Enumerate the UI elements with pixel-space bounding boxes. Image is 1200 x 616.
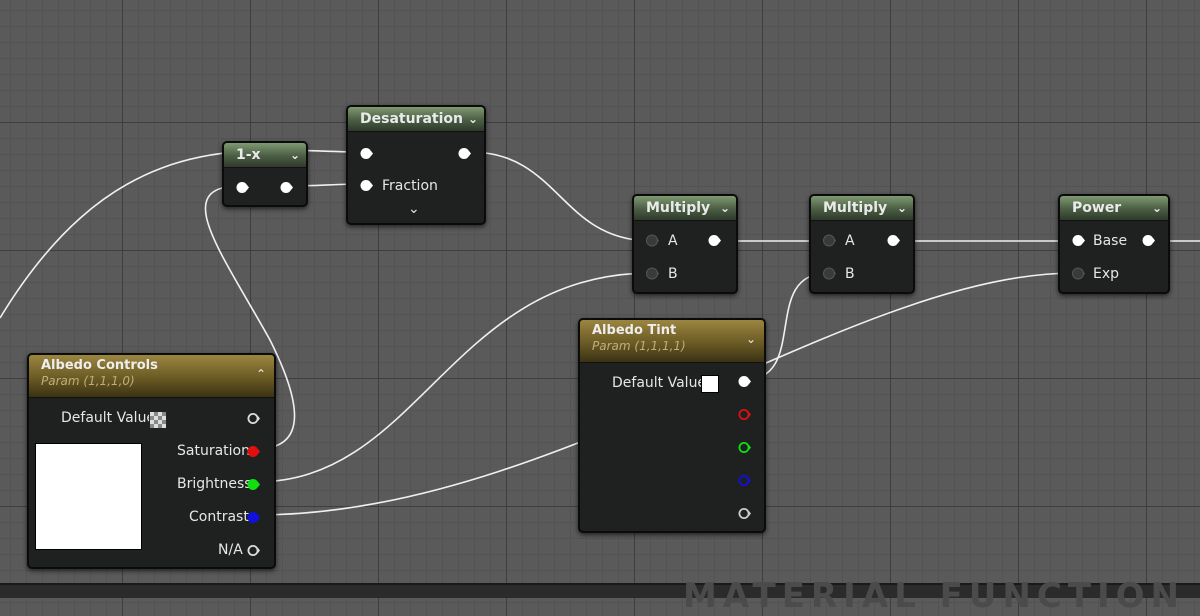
green-pin-icon[interactable] [247, 478, 260, 491]
albedo-tint-node[interactable]: Albedo Tint Param (1,1,1,1) ⌄ Default Va… [578, 318, 766, 533]
rgb-output-pin-icon[interactable] [738, 375, 751, 388]
pin-label-exp: Exp [1093, 266, 1120, 282]
saturation-label: Saturation [177, 443, 250, 459]
pin-label-b: B [668, 266, 678, 282]
param-header[interactable]: Albedo Controls Param (1,1,1,0) ⌃ [29, 355, 274, 398]
default-value-swatch[interactable] [701, 375, 719, 393]
expand-chevron-icon[interactable]: ⌄ [408, 201, 420, 217]
pin-label-a: A [668, 233, 678, 249]
pin-label-base: Base [1093, 233, 1128, 249]
input-pin-base-icon[interactable] [1072, 234, 1085, 247]
output-pin-icon[interactable] [1142, 234, 1155, 247]
green-pin-icon[interactable] [738, 441, 751, 454]
alpha-pin-icon[interactable] [738, 507, 751, 520]
graph-watermark: MATERIAL FUNCTION [683, 576, 1186, 616]
chevron-down-icon[interactable]: ⌄ [1152, 196, 1162, 220]
node-header[interactable]: Multiply ⌄ [634, 196, 736, 221]
output-pin-icon[interactable] [708, 234, 721, 247]
param-title: Albedo Controls [41, 358, 158, 373]
pin-label-b: B [845, 266, 855, 282]
wire-desat-to-multiply-a [469, 151, 653, 242]
na-label: N/A [218, 542, 243, 558]
fraction-pin-icon[interactable] [360, 179, 373, 192]
node-title: Multiply [823, 200, 888, 216]
multiply-node-2[interactable]: Multiply ⌄ A B [809, 194, 915, 294]
default-value-label: Default Value [612, 375, 707, 391]
power-node[interactable]: Power ⌄ Base Exp [1058, 194, 1170, 294]
chevron-down-icon[interactable]: ⌄ [468, 107, 478, 131]
input-pin-a-icon[interactable] [646, 234, 659, 247]
pin-label-a: A [845, 233, 855, 249]
wire-left-to-desat-in [0, 149, 365, 319]
input-pin-exp-icon[interactable] [1072, 267, 1085, 280]
desaturation-node[interactable]: Desaturation ⌄ Fraction ⌄ [346, 105, 486, 225]
chevron-down-icon[interactable]: ⌄ [746, 332, 756, 346]
output-pin-icon[interactable] [458, 147, 471, 160]
brightness-label: Brightness [177, 476, 252, 492]
chevron-up-icon[interactable]: ⌃ [256, 367, 266, 381]
chevron-down-icon[interactable]: ⌄ [720, 196, 730, 220]
node-title: Power [1072, 200, 1122, 216]
input-pin-icon[interactable] [360, 147, 373, 160]
output-pin-icon[interactable] [887, 234, 900, 247]
node-header[interactable]: Desaturation ⌄ [348, 107, 484, 132]
node-header[interactable]: Multiply ⌄ [811, 196, 913, 221]
node-title: Desaturation [360, 111, 463, 127]
red-pin-icon[interactable] [247, 445, 260, 458]
output-pin-icon[interactable] [280, 181, 293, 194]
param-subtitle: Param (1,1,1,0) [41, 374, 135, 388]
param-subtitle: Param (1,1,1,1) [592, 339, 686, 353]
param-title: Albedo Tint [592, 323, 677, 338]
color-preview-swatch[interactable] [35, 443, 142, 550]
node-header[interactable]: Power ⌄ [1060, 196, 1168, 221]
chevron-down-icon[interactable]: ⌄ [290, 143, 300, 167]
default-value-label: Default Value [61, 410, 156, 426]
multiply-node-1[interactable]: Multiply ⌄ A B [632, 194, 738, 294]
chevron-down-icon[interactable]: ⌄ [897, 196, 907, 220]
input-pin-b-icon[interactable] [823, 267, 836, 280]
red-pin-icon[interactable] [738, 408, 751, 421]
node-title: 1-x [236, 147, 261, 163]
contrast-label: Contrast [189, 509, 249, 525]
blue-pin-icon[interactable] [738, 474, 751, 487]
pin-label-fraction: Fraction [382, 178, 438, 194]
albedo-controls-node[interactable]: Albedo Controls Param (1,1,1,0) ⌃ Defaul… [27, 353, 276, 569]
input-pin-icon[interactable] [236, 181, 249, 194]
alpha-pin-icon[interactable] [247, 544, 260, 557]
input-pin-a-icon[interactable] [823, 234, 836, 247]
node-header[interactable]: 1-x ⌄ [224, 143, 306, 168]
input-pin-b-icon[interactable] [646, 267, 659, 280]
default-value-swatch[interactable] [149, 411, 167, 429]
param-header[interactable]: Albedo Tint Param (1,1,1,1) ⌄ [580, 320, 764, 363]
blue-pin-icon[interactable] [247, 511, 260, 524]
one-minus-x-node[interactable]: 1-x ⌄ [222, 141, 308, 207]
node-title: Multiply [646, 200, 711, 216]
rgba-output-pin-icon[interactable] [247, 412, 260, 425]
